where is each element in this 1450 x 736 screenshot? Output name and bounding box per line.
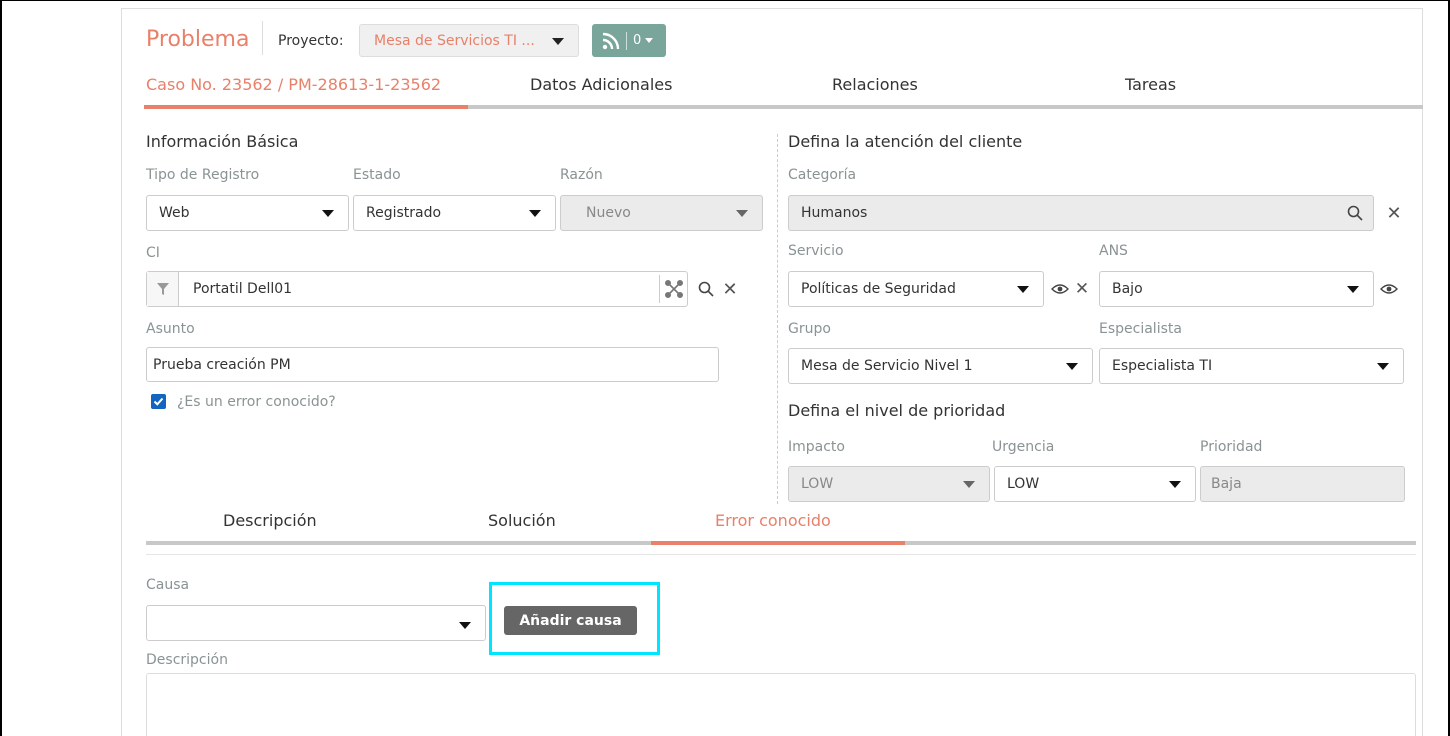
prioridad-value: Baja — [1211, 476, 1242, 492]
column-separator — [777, 134, 778, 504]
prioridad-label: Prioridad — [1200, 439, 1263, 455]
razon-label: Razón — [560, 167, 603, 183]
add-cause-button[interactable]: Añadir causa — [504, 606, 637, 635]
tab-caso[interactable]: Caso No. 23562 / PM-28613-1-23562 — [146, 75, 441, 94]
urgencia-label: Urgencia — [992, 439, 1055, 455]
rss-feed-button[interactable]: 0 — [592, 24, 666, 57]
rss-icon — [602, 32, 620, 49]
header-divider — [262, 21, 263, 55]
urgencia-value: LOW — [1007, 476, 1040, 492]
ci-label: CI — [146, 245, 160, 261]
chevron-down-icon — [1169, 481, 1181, 488]
estado-label: Estado — [353, 167, 401, 183]
servicio-label: Servicio — [788, 243, 844, 259]
project-label: Proyecto: — [278, 33, 344, 49]
eye-icon[interactable] — [1050, 281, 1070, 297]
caret-down-icon — [645, 38, 654, 43]
tipo-registro-label: Tipo de Registro — [146, 167, 260, 183]
tab-descripcion[interactable]: Descripción — [223, 511, 317, 530]
ans-value: Bajo — [1112, 281, 1143, 297]
ci-field[interactable]: Portatil Dell01 — [146, 271, 688, 307]
panel-top-border — [146, 554, 1416, 555]
grupo-select[interactable]: Mesa de Servicio Nivel 1 — [788, 348, 1093, 384]
impacto-label: Impacto — [788, 439, 845, 455]
categoria-label: Categoría — [788, 167, 857, 183]
tab-datos-adicionales[interactable]: Datos Adicionales — [530, 75, 672, 94]
chevron-down-icon — [552, 38, 564, 45]
causa-label: Causa — [146, 577, 190, 593]
close-icon[interactable]: ✕ — [1073, 279, 1091, 299]
tipo-registro-select[interactable]: Web — [146, 195, 349, 231]
prioridad-field: Baja — [1200, 466, 1405, 502]
chevron-down-icon — [1017, 286, 1029, 293]
priority-title: Defina el nivel de prioridad — [788, 401, 1006, 420]
page-title: Problema — [146, 27, 250, 52]
tab-tareas[interactable]: Tareas — [1125, 75, 1176, 94]
project-select-value: Mesa de Servicios TI ... — [374, 33, 535, 49]
chevron-down-icon — [963, 481, 975, 488]
chevron-down-icon — [459, 622, 471, 629]
estado-value: Registrado — [366, 205, 442, 221]
descripcion-label: Descripción — [146, 652, 228, 668]
tab-error-conocido[interactable]: Error conocido — [715, 511, 831, 530]
close-icon[interactable]: ✕ — [720, 279, 740, 300]
urgencia-select[interactable]: LOW — [994, 466, 1196, 502]
close-icon[interactable]: ✕ — [1384, 203, 1404, 224]
chevron-down-icon — [322, 210, 334, 217]
categoria-value: Humanos — [801, 205, 868, 221]
servicio-select[interactable]: Políticas de Seguridad — [788, 271, 1044, 307]
feed-count: 0 — [633, 33, 642, 48]
active-tab-indicator — [144, 105, 468, 109]
ci-value: Portatil Dell01 — [193, 281, 293, 297]
descripcion-textarea[interactable] — [146, 673, 1416, 736]
especialista-label: Especialista — [1099, 321, 1182, 337]
impacto-select: LOW — [788, 466, 990, 502]
asunto-value: Prueba creación PM — [153, 356, 291, 373]
especialista-value: Especialista TI — [1112, 358, 1213, 374]
razon-select: Nuevo — [560, 195, 763, 231]
project-select[interactable]: Mesa de Servicios TI ... — [359, 24, 579, 57]
tab-solucion[interactable]: Solución — [488, 511, 556, 530]
asunto-label: Asunto — [146, 321, 195, 337]
search-icon[interactable] — [696, 279, 716, 299]
tipo-registro-value: Web — [159, 205, 190, 221]
checkmark-icon — [153, 397, 164, 406]
known-error-checkbox[interactable] — [151, 394, 166, 409]
ans-select[interactable]: Bajo — [1099, 271, 1374, 307]
eye-icon[interactable] — [1379, 281, 1399, 297]
client-attention-title: Defina la atención del cliente — [788, 132, 1023, 151]
causa-select[interactable] — [146, 605, 486, 641]
problem-form-card: Problema Proyecto: Mesa de Servicios TI … — [121, 8, 1423, 736]
razon-value: Nuevo — [586, 205, 631, 221]
grupo-value: Mesa de Servicio Nivel 1 — [801, 358, 973, 374]
asunto-input[interactable]: Prueba creación PM — [146, 347, 719, 382]
search-icon[interactable] — [1347, 205, 1363, 221]
ans-label: ANS — [1099, 243, 1128, 259]
chevron-down-icon — [1377, 363, 1389, 370]
chevron-down-icon — [1347, 286, 1359, 293]
categoria-field[interactable]: Humanos — [788, 195, 1374, 231]
chevron-down-icon — [1066, 363, 1078, 370]
known-error-label[interactable]: ¿Es un error conocido? — [177, 394, 336, 410]
servicio-value: Políticas de Seguridad — [801, 281, 956, 297]
network-relations-icon[interactable] — [659, 275, 687, 303]
especialista-select[interactable]: Especialista TI — [1099, 348, 1404, 384]
chevron-down-icon — [736, 210, 748, 217]
estado-select[interactable]: Registrado — [353, 195, 556, 231]
filter-icon[interactable] — [147, 272, 179, 306]
chevron-down-icon — [529, 210, 541, 217]
basic-info-title: Información Básica — [146, 132, 299, 151]
impacto-value: LOW — [801, 476, 834, 492]
tab-relaciones[interactable]: Relaciones — [832, 75, 918, 94]
grupo-label: Grupo — [788, 321, 831, 337]
bottom-active-tab-indicator — [651, 541, 905, 545]
